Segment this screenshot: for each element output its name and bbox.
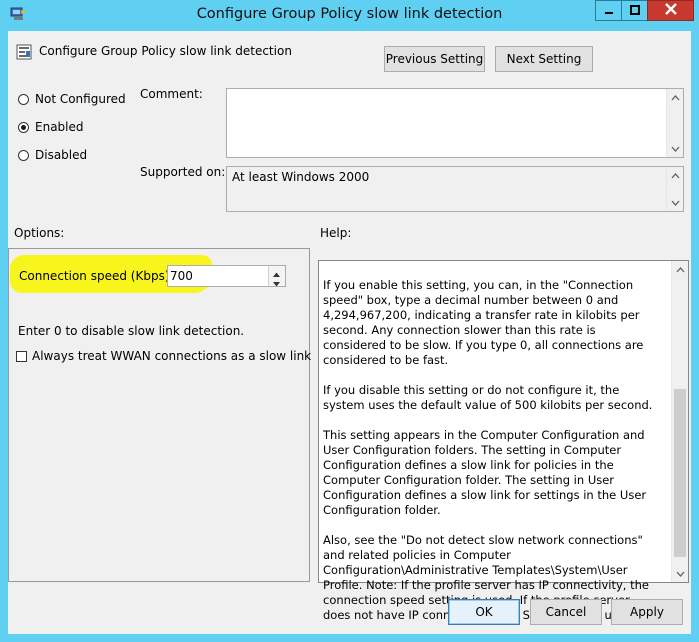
title-bar[interactable]: Configure Group Policy slow link detecti… [0, 0, 699, 31]
next-setting-button[interactable]: Next Setting [495, 46, 593, 72]
comment-scrollbar[interactable] [666, 89, 683, 157]
connection-speed-value[interactable]: 700 [170, 269, 193, 283]
apply-button[interactable]: Apply [611, 599, 683, 625]
radio-circle[interactable] [18, 149, 29, 161]
supported-on-value: At least Windows 2000 [232, 170, 370, 184]
comment-textarea[interactable] [226, 88, 684, 158]
maximize-button[interactable] [621, 0, 648, 21]
dialog-body: Configure Group Policy slow link detecti… [8, 31, 691, 634]
supported-on-field: At least Windows 2000 [226, 166, 684, 212]
radio-label: Disabled [35, 148, 88, 162]
connection-speed-label: Connection speed (Kbps): [19, 269, 174, 283]
scroll-up-icon[interactable] [672, 261, 688, 278]
radio-circle[interactable] [18, 93, 29, 105]
minimize-button[interactable] [595, 0, 622, 21]
radio-not-configured[interactable]: Not Configured [18, 92, 126, 106]
wwan-checkbox-row[interactable]: Always treat WWAN connections as a slow … [16, 349, 311, 363]
wwan-checkbox-label: Always treat WWAN connections as a slow … [32, 349, 312, 363]
radio-label: Enabled [35, 120, 84, 134]
dialog-window: Configure Group Policy slow link detecti… [0, 0, 699, 642]
scroll-down-icon[interactable] [667, 194, 683, 211]
radio-disabled[interactable]: Disabled [18, 148, 87, 162]
policy-setting-icon [16, 44, 32, 63]
options-panel [8, 248, 310, 582]
ok-button[interactable]: OK [448, 599, 520, 625]
maximize-icon [629, 4, 640, 18]
radio-circle-selected[interactable] [18, 121, 29, 133]
help-text: If you enable this setting, you can, in … [323, 278, 659, 638]
supported-scrollbar[interactable] [666, 167, 683, 211]
radio-label: Not Configured [35, 92, 126, 106]
help-paragraph: If you enable this setting, you can, in … [323, 278, 644, 367]
radio-enabled[interactable]: Enabled [18, 120, 84, 134]
minimize-icon [604, 4, 614, 18]
comment-label: Comment: [140, 87, 203, 101]
scroll-down-icon[interactable] [667, 140, 683, 157]
setting-name: Configure Group Policy slow link detecti… [39, 44, 292, 58]
close-button[interactable] [647, 0, 694, 21]
help-paragraph: This setting appears in the Computer Con… [323, 428, 647, 517]
options-label: Options: [14, 226, 65, 240]
help-label: Help: [320, 226, 352, 240]
spin-down-icon[interactable] [272, 277, 281, 291]
cancel-button[interactable]: Cancel [530, 599, 602, 625]
scroll-up-icon[interactable] [667, 167, 683, 184]
disable-hint-text: Enter 0 to disable slow link detection. [18, 324, 245, 338]
previous-setting-button[interactable]: Previous Setting [384, 46, 485, 72]
connection-speed-spinbox[interactable]: 700 [167, 265, 286, 287]
help-paragraph: If you disable this setting or do not co… [323, 383, 653, 412]
wwan-checkbox[interactable] [16, 350, 27, 362]
scroll-down-icon[interactable] [672, 565, 688, 582]
supported-on-label: Supported on: [140, 165, 226, 179]
help-scrollbar[interactable] [671, 261, 688, 582]
close-icon [664, 3, 677, 18]
help-scroll-thumb[interactable] [674, 389, 686, 557]
scroll-up-icon[interactable] [667, 89, 683, 106]
help-panel: If you enable this setting, you can, in … [318, 260, 689, 622]
spin-buttons[interactable] [268, 266, 285, 287]
